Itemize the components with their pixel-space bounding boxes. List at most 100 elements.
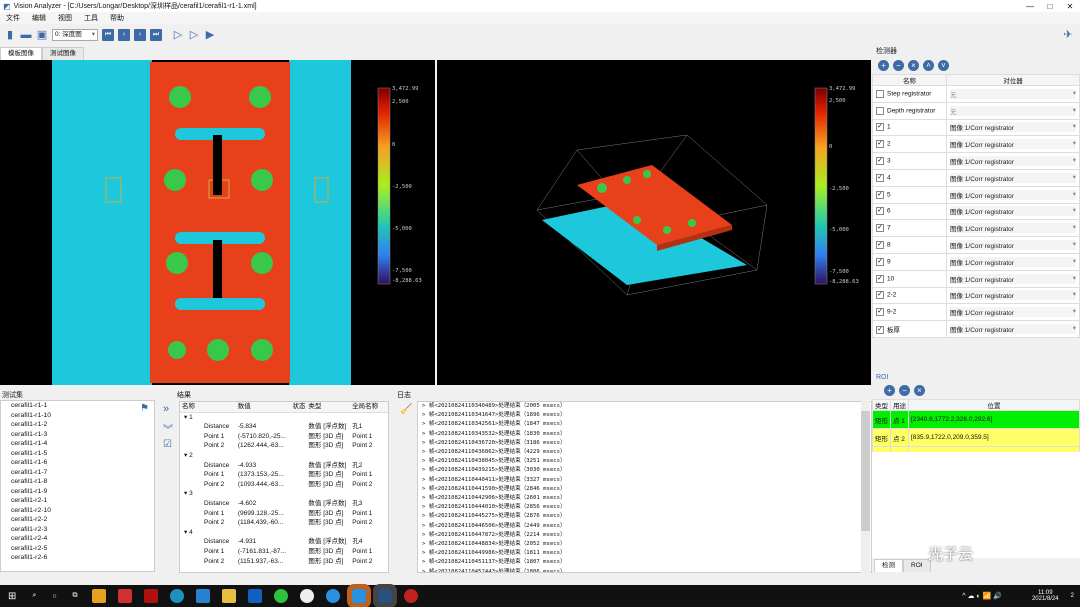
registrator-dropdown[interactable]: 图像 1/Corr registrator ▾ bbox=[946, 252, 1080, 271]
test-set-item[interactable]: cerafil1-r2-10 bbox=[11, 506, 154, 516]
qq-icon[interactable] bbox=[299, 589, 314, 603]
outlook-icon[interactable] bbox=[247, 589, 262, 603]
menu-edit[interactable]: 编辑 bbox=[26, 13, 52, 23]
result-row[interactable]: Point 1 (1373.153,-25... 图形 [3D 点] Point 1 bbox=[180, 470, 388, 480]
windows-start-icon[interactable]: ⊞ bbox=[8, 591, 16, 602]
expand-arrow-icon[interactable]: ▾ bbox=[180, 489, 189, 499]
registrator-dropdown[interactable]: 无 ▾ bbox=[946, 85, 1080, 103]
registrator-dropdown[interactable]: 图像 1/Corr registrator ▾ bbox=[946, 236, 1080, 254]
checkbox[interactable]: ✓ bbox=[876, 207, 884, 216]
vision-analyzer-icon[interactable] bbox=[372, 584, 397, 607]
checkbox[interactable]: ✓ bbox=[876, 326, 884, 335]
registrator-dropdown[interactable]: 图像 1/Corr registrator ▾ bbox=[946, 320, 1080, 338]
result-row[interactable]: Point 2 (1184.439,-60... 图形 [3D 点] Point 2 bbox=[180, 518, 388, 528]
checkbox[interactable]: ✓ bbox=[876, 308, 884, 317]
test-set-item[interactable]: cerafil1-r2-3 bbox=[11, 525, 154, 535]
checkbox[interactable]: ✓ bbox=[876, 241, 884, 250]
prev-frame-icon[interactable]: ‹ bbox=[118, 29, 130, 41]
3d-view[interactable]: 3,472.99 2,500 0 -2,500 -5,000 -7,500 -8… bbox=[437, 60, 871, 385]
depth-image-view[interactable]: 3,472.99 2,500 0 -2,500 -5,000 -7,500 -8… bbox=[0, 60, 435, 385]
add-icon[interactable]: + bbox=[878, 60, 889, 71]
detector-row[interactable]: ✓ 2-2 图像 1/Corr registrator ▾ bbox=[872, 286, 1080, 305]
app-icon[interactable] bbox=[117, 589, 132, 603]
detector-row[interactable]: ✓ 板厚 图像 1/Corr registrator ▾ bbox=[872, 320, 1080, 338]
test-set-item[interactable]: cerafil1-r1-9 bbox=[11, 487, 154, 497]
tab-template-image[interactable]: 模板图像 bbox=[0, 47, 42, 60]
test-set-item[interactable]: cerafil1-r1-4 bbox=[11, 439, 154, 449]
roi-row[interactable]: 矩形点 1 [2340.6,1772.2,326.0,292.6] bbox=[872, 410, 1080, 429]
registrator-dropdown[interactable]: 图像 1/Corr registrator ▾ bbox=[946, 202, 1080, 221]
tab-test-image[interactable]: 测试图像 bbox=[42, 47, 84, 60]
app-icon[interactable] bbox=[91, 589, 106, 603]
result-row[interactable]: Point 2 (1151.937,-63... 图形 [3D 点] Point 2 bbox=[180, 557, 388, 567]
result-group[interactable]: ▾ 4 bbox=[180, 528, 388, 538]
filezilla-icon[interactable] bbox=[143, 589, 158, 603]
test-set-item[interactable]: cerafil1-r2-6 bbox=[11, 553, 154, 563]
result-row[interactable]: Point 2 (1262.444,-63... 图形 [3D 点] Point 2 bbox=[180, 441, 388, 451]
expand-arrow-icon[interactable]: ▾ bbox=[180, 413, 189, 423]
mail-icon[interactable] bbox=[195, 589, 210, 603]
menu-tools[interactable]: 工具 bbox=[78, 13, 104, 23]
view-select[interactable]: 0: 深度图 bbox=[52, 29, 98, 41]
registrator-dropdown[interactable]: 图像 1/Corr registrator ▾ bbox=[946, 303, 1080, 322]
remove-roi-icon[interactable]: − bbox=[899, 385, 910, 396]
result-group[interactable]: ▾ 1 bbox=[180, 413, 388, 423]
registrator-dropdown[interactable]: 图像 1/Corr registrator ▾ bbox=[946, 269, 1080, 288]
result-row[interactable]: Point 1 (-5710.820,-25... 图形 [3D 点] Point 1 bbox=[180, 432, 388, 442]
last-frame-icon[interactable]: ⏭ bbox=[150, 29, 162, 41]
app-icon[interactable] bbox=[325, 589, 340, 603]
test-set-item[interactable]: cerafil1-r1-3 bbox=[11, 430, 154, 440]
test-set-item[interactable]: cerafil1-r1-7 bbox=[11, 468, 154, 478]
checkbox[interactable]: ✓ bbox=[876, 257, 884, 266]
expand-arrow-icon[interactable]: ▾ bbox=[180, 451, 189, 461]
add-roi-icon[interactable]: + bbox=[884, 385, 895, 396]
roi-row[interactable]: 矩形点 2 [835.9,1722.0,209.0,359.5] bbox=[872, 428, 1080, 447]
app-icon[interactable] bbox=[403, 589, 418, 603]
close-button[interactable]: ✕ bbox=[1060, 2, 1080, 11]
test-set-item[interactable]: cerafil1-r2-5 bbox=[11, 544, 154, 554]
result-row[interactable]: Distance -4.602 数值 [浮点数] 孔3 bbox=[180, 499, 388, 509]
test-set-item[interactable]: cerafil1-r1-6 bbox=[11, 458, 154, 468]
menu-help[interactable]: 帮助 bbox=[104, 13, 130, 23]
detector-row[interactable]: ✓ 2 图像 1/Corr registrator ▾ bbox=[872, 135, 1080, 154]
detector-row[interactable]: Depth registrator 无 ▾ bbox=[872, 101, 1080, 120]
detector-row[interactable]: ✓ 9 图像 1/Corr registrator ▾ bbox=[872, 252, 1080, 271]
registrator-dropdown[interactable]: 图像 1/Corr registrator ▾ bbox=[946, 286, 1080, 305]
notification-count[interactable]: 2 bbox=[1071, 593, 1074, 599]
run-continuous-icon[interactable]: ▶ bbox=[204, 29, 216, 41]
checkbox[interactable]: ✓ bbox=[876, 274, 884, 283]
registrator-dropdown[interactable]: 图像 1/Corr registrator ▾ bbox=[946, 185, 1080, 204]
run-person-icon[interactable]: ✈ bbox=[1062, 29, 1074, 41]
expand-icon[interactable]: » bbox=[163, 403, 169, 415]
result-row[interactable]: Distance -4.931 数值 [浮点数] 孔4 bbox=[180, 537, 388, 547]
expand-arrow-icon[interactable]: ▾ bbox=[180, 528, 189, 538]
checkbox[interactable] bbox=[876, 106, 884, 115]
registrator-dropdown[interactable]: 无 ▾ bbox=[946, 101, 1080, 120]
menu-file[interactable]: 文件 bbox=[0, 13, 26, 23]
test-set-item[interactable]: cerafil1-r1-8 bbox=[11, 477, 154, 487]
app-icon[interactable] bbox=[346, 584, 371, 607]
test-set-item[interactable]: cerafil1-r1-10 bbox=[11, 411, 154, 421]
maximize-button[interactable]: □ bbox=[1040, 2, 1060, 11]
registrator-dropdown[interactable]: 图像 1/Corr registrator ▾ bbox=[946, 168, 1080, 187]
search-icon[interactable]: ⌕ bbox=[32, 592, 36, 600]
move-down-icon[interactable]: ˅ bbox=[938, 60, 949, 71]
test-set-item[interactable]: cerafil1-r2-2 bbox=[11, 515, 154, 525]
detector-row[interactable]: ✓ 4 图像 1/Corr registrator ▾ bbox=[872, 168, 1080, 187]
clock-date[interactable]: 2021/8/24 bbox=[1032, 596, 1059, 602]
detector-row[interactable]: ✓ 1 图像 1/Corr registrator ▾ bbox=[872, 118, 1080, 137]
checkbox[interactable]: ✓ bbox=[876, 140, 884, 149]
detector-row[interactable]: ✓ 9-2 图像 1/Corr registrator ▾ bbox=[872, 303, 1080, 322]
delete-icon[interactable]: × bbox=[908, 60, 919, 71]
registrator-dropdown[interactable]: 图像 1/Corr registrator ▾ bbox=[946, 118, 1080, 137]
file-explorer-icon[interactable] bbox=[221, 589, 236, 603]
delete-roi-icon[interactable]: × bbox=[914, 385, 925, 396]
collapse-all-icon[interactable]: ︾ bbox=[163, 421, 173, 436]
detector-row[interactable]: ✓ 10 图像 1/Corr registrator ▾ bbox=[872, 269, 1080, 288]
run-step-icon[interactable]: ▷ bbox=[188, 29, 200, 41]
tab-roi[interactable]: ROI bbox=[903, 559, 931, 572]
run-once-icon[interactable]: ▷ bbox=[172, 29, 184, 41]
move-up-icon[interactable]: ˄ bbox=[923, 60, 934, 71]
first-frame-icon[interactable]: ⏮ bbox=[102, 29, 114, 41]
test-set-list[interactable]: cerafil1-r1-1 cerafil1-r1-10 cerafil1-r1-2… bbox=[0, 400, 155, 572]
